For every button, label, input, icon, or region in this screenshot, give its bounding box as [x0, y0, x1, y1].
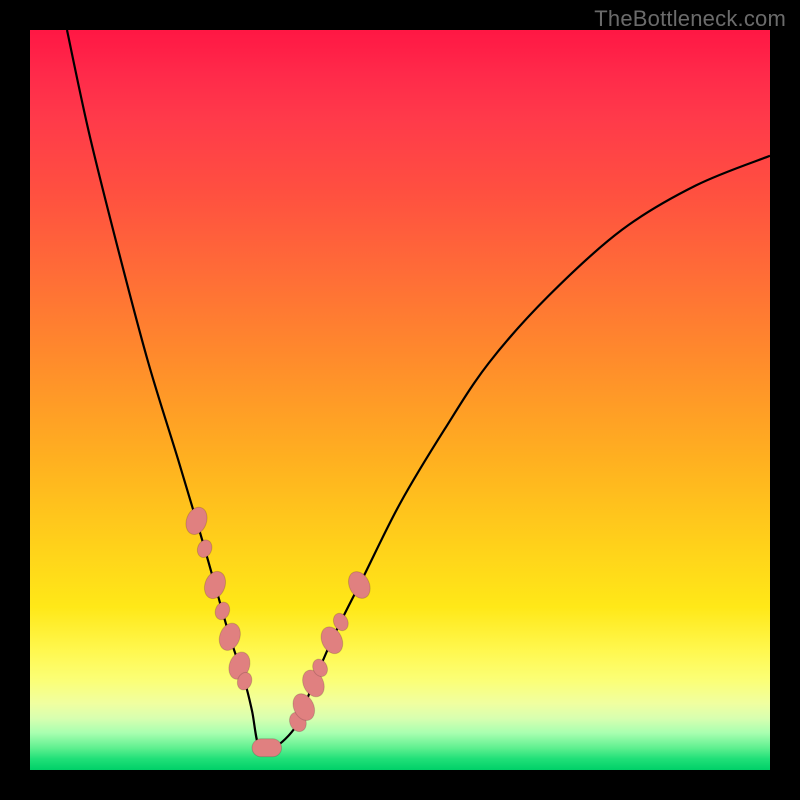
bottleneck-curve: [67, 30, 770, 752]
curve-markers: [182, 504, 374, 757]
curve-bead: [201, 568, 229, 601]
watermark-text: TheBottleneck.com: [594, 6, 786, 32]
curve-bead: [344, 568, 374, 602]
plot-area: [30, 30, 770, 770]
curve-bottom-pill: [252, 739, 282, 757]
bottleneck-curve-svg: [30, 30, 770, 770]
curve-bead: [195, 538, 214, 560]
curve-bead: [182, 504, 210, 537]
chart-frame: TheBottleneck.com: [0, 0, 800, 800]
curve-bead: [213, 600, 232, 622]
curve-bead: [216, 620, 244, 653]
